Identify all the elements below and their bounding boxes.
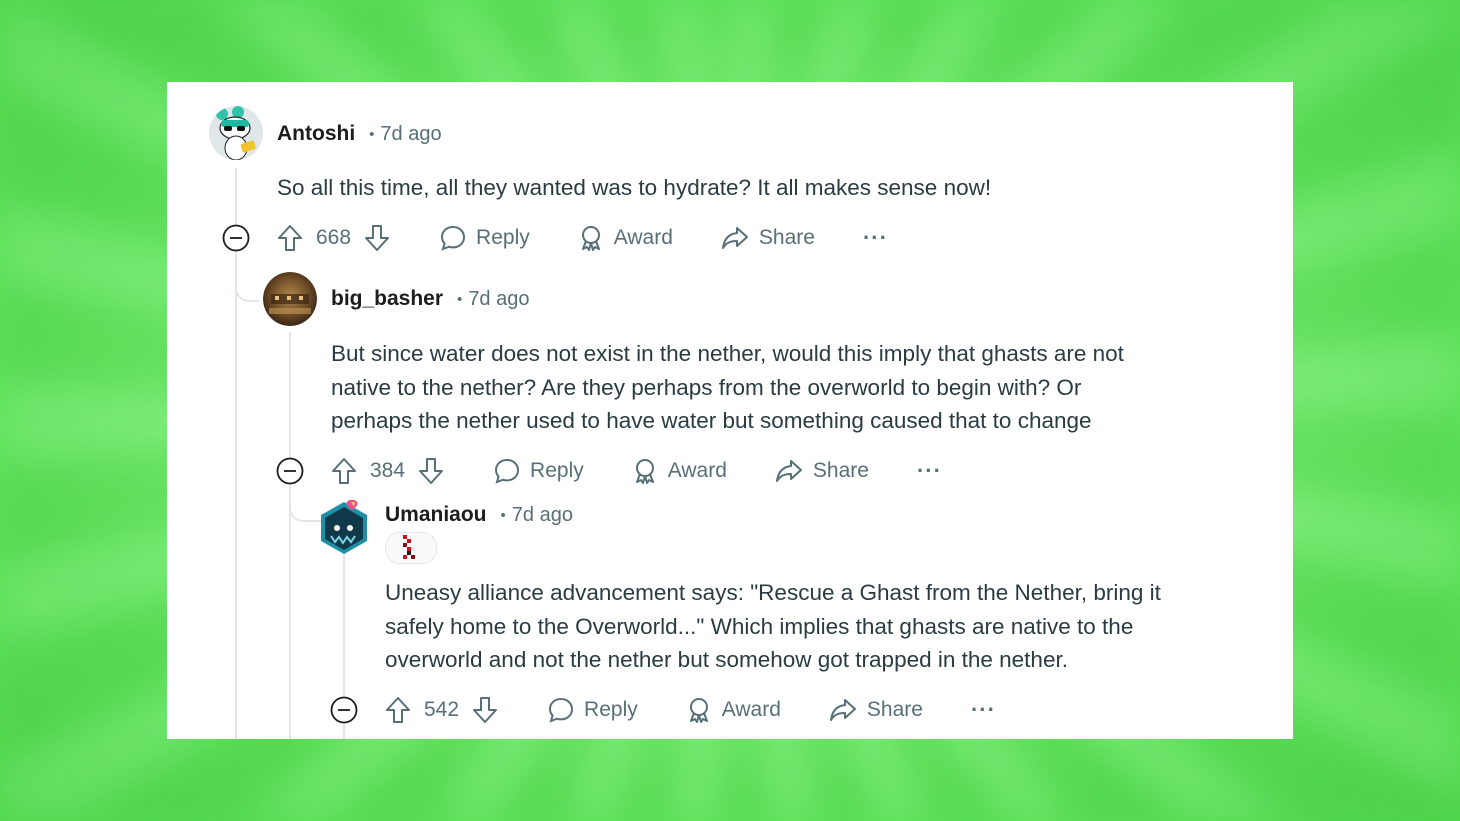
share-label: Share <box>866 698 923 721</box>
award-label: Award <box>613 226 673 249</box>
comment-text: So all this time, all they wanted was to… <box>277 175 992 200</box>
username-link[interactable]: Antoshi <box>277 122 355 146</box>
username-link[interactable]: big_basher <box>331 287 443 311</box>
reply-label: Reply <box>476 226 530 249</box>
award-icon <box>689 698 708 723</box>
collapse-thread-icon[interactable] <box>330 696 358 724</box>
award-label: Award <box>721 698 781 721</box>
reply-button[interactable]: Reply <box>548 697 638 723</box>
reply-label: Reply <box>530 459 584 482</box>
award-button[interactable]: Award <box>686 697 781 723</box>
comment-body: Uneasy alliance advancement says: "Rescu… <box>385 576 1161 677</box>
comment-text-line: native to the nether? Are they perhaps f… <box>331 374 1082 400</box>
timestamp[interactable]: 7d ago <box>512 504 573 527</box>
award-icon <box>581 226 600 251</box>
upvote-icon[interactable] <box>385 696 411 724</box>
timestamp[interactable]: 7d ago <box>468 288 529 311</box>
upvote-icon[interactable] <box>277 224 303 252</box>
separator-dot: • <box>457 290 463 308</box>
award-label: Award <box>667 459 727 482</box>
reply-label: Reply <box>584 698 638 721</box>
separator-dot: • <box>369 125 375 143</box>
comment-text-line: safely home to the Overworld..." Which i… <box>385 613 1134 639</box>
comment-text-line: But since water does not exist in the ne… <box>331 341 1124 366</box>
more-options-icon[interactable]: ··· <box>917 458 942 484</box>
comment-bubble-icon <box>441 225 466 251</box>
pixel-flair-icon <box>403 535 415 559</box>
award-icon <box>635 459 654 484</box>
award-button[interactable]: Award <box>578 225 673 251</box>
comment-header: big_basher • 7d ago <box>331 284 529 314</box>
share-button[interactable]: Share <box>829 697 923 723</box>
photo-avatar-icon[interactable] <box>263 272 317 326</box>
share-icon <box>775 460 802 482</box>
separator-dot: • <box>500 506 506 524</box>
timestamp[interactable]: 7d ago <box>380 123 441 146</box>
comment-header: Antoshi • 7d ago <box>277 119 442 149</box>
more-options-icon[interactable]: ··· <box>971 697 996 723</box>
downvote-icon[interactable] <box>472 696 498 724</box>
comment-text-line: overworld and not the nether but somehow… <box>385 647 1068 672</box>
downvote-icon[interactable] <box>418 457 444 485</box>
nft-avatar-icon[interactable] <box>317 499 371 554</box>
vote-score: 542 <box>424 698 460 721</box>
comment-actions: 384 Reply Award Share ··· <box>331 451 942 491</box>
thread-line-level-2[interactable] <box>289 332 291 739</box>
downvote-icon[interactable] <box>364 224 390 252</box>
thread-branch-curve <box>235 264 259 302</box>
comment-text-line: perhaps the nether used to have water bu… <box>331 408 1092 433</box>
thread-line-level-1[interactable] <box>235 168 237 739</box>
comment-text-line: Uneasy alliance advancement says: "Rescu… <box>385 580 1161 605</box>
user-flair-badge <box>385 532 437 564</box>
share-icon <box>721 227 748 249</box>
comment-bubble-icon <box>495 458 520 484</box>
comment-body: But since water does not exist in the ne… <box>331 337 1124 438</box>
comment-header: Umaniaou • 7d ago <box>385 500 573 530</box>
username-link[interactable]: Umaniaou <box>385 503 487 527</box>
collapse-thread-icon[interactable] <box>276 457 304 485</box>
share-label: Share <box>758 226 815 249</box>
share-button[interactable]: Share <box>775 458 869 484</box>
comment-body: So all this time, all they wanted was to… <box>277 171 991 205</box>
share-icon <box>829 699 856 721</box>
share-button[interactable]: Share <box>721 225 815 251</box>
reply-button[interactable]: Reply <box>494 458 584 484</box>
reply-button[interactable]: Reply <box>440 225 530 251</box>
comment-actions: 668 Reply Award Share ··· <box>277 218 888 258</box>
comment-actions: 542 Reply Award Share ··· <box>385 690 996 730</box>
award-button[interactable]: Award <box>632 458 727 484</box>
snoo-avatar-icon[interactable] <box>209 106 263 160</box>
more-options-icon[interactable]: ··· <box>863 225 888 251</box>
collapse-thread-icon[interactable] <box>222 224 250 252</box>
vote-score: 384 <box>370 459 406 482</box>
vote-score: 668 <box>316 226 352 249</box>
comment-thread-card: Antoshi • 7d ago So all this time, all t… <box>167 82 1293 739</box>
upvote-icon[interactable] <box>331 457 357 485</box>
share-label: Share <box>812 459 869 482</box>
comment-bubble-icon <box>549 697 574 723</box>
